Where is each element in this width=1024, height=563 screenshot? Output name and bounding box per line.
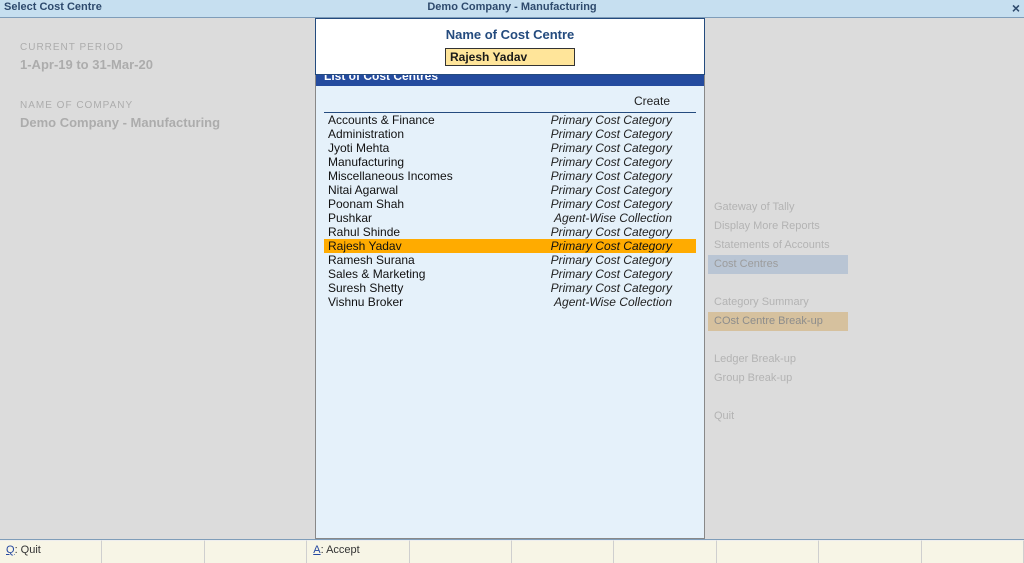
bottom-button bbox=[819, 540, 921, 563]
list-item-category: Primary Cost Category bbox=[551, 155, 672, 169]
list-item-category: Primary Cost Category bbox=[551, 253, 672, 267]
bottom-button[interactable]: A: Accept bbox=[307, 540, 409, 563]
list-item-category: Primary Cost Category bbox=[551, 225, 672, 239]
list-item-category: Primary Cost Category bbox=[551, 127, 672, 141]
bottom-button bbox=[512, 540, 614, 563]
bottom-button bbox=[102, 540, 204, 563]
list-item[interactable]: Suresh Shetty Primary Cost Category bbox=[324, 281, 696, 295]
cost-centre-popup: Name of Cost Centre bbox=[315, 18, 705, 75]
list-item[interactable]: Accounts & Finance Primary Cost Category bbox=[324, 113, 696, 127]
list-item-category: Primary Cost Category bbox=[551, 267, 672, 281]
list-item-name: Administration bbox=[328, 127, 404, 141]
list-item[interactable]: Sales & Marketing Primary Cost Category bbox=[324, 267, 696, 281]
bottom-button bbox=[717, 540, 819, 563]
list-item[interactable]: Jyoti Mehta Primary Cost Category bbox=[324, 141, 696, 155]
button-key: Q bbox=[6, 544, 15, 556]
list-item-name: Nitai Agarwal bbox=[328, 183, 398, 197]
bottom-button bbox=[410, 540, 512, 563]
list-item[interactable]: Nitai Agarwal Primary Cost Category bbox=[324, 183, 696, 197]
bottom-button[interactable]: Q: Quit bbox=[0, 540, 102, 563]
list-item[interactable]: Miscellaneous Incomes Primary Cost Catego… bbox=[324, 169, 696, 183]
cost-centre-name-input[interactable] bbox=[445, 48, 575, 66]
list-item[interactable]: Poonam Shah Primary Cost Category bbox=[324, 197, 696, 211]
list-item-category: Primary Cost Category bbox=[551, 239, 672, 253]
window-title-center: Demo Company - Manufacturing bbox=[427, 1, 596, 13]
bottom-button bbox=[922, 540, 1024, 563]
cost-centre-list-pane: List of Cost Centres Create Accounts & F… bbox=[315, 66, 705, 539]
list-item-name: Manufacturing bbox=[328, 155, 404, 169]
list-item[interactable]: Ramesh Surana Primary Cost Category bbox=[324, 253, 696, 267]
list-item[interactable]: Pushkar Agent-Wise Collection bbox=[324, 211, 696, 225]
button-key: A bbox=[313, 544, 320, 556]
list-item-name: Jyoti Mehta bbox=[328, 141, 389, 155]
title-bar: Select Cost Centre Demo Company - Manufa… bbox=[0, 0, 1024, 18]
close-icon[interactable]: × bbox=[1012, 0, 1020, 16]
list-item-name: Suresh Shetty bbox=[328, 281, 403, 295]
window-title-left: Select Cost Centre bbox=[4, 1, 102, 13]
list-item-category: Agent-Wise Collection bbox=[554, 295, 672, 309]
list-item[interactable]: Rajesh Yadav Primary Cost Category bbox=[324, 239, 696, 253]
list-item[interactable]: Administration Primary Cost Category bbox=[324, 127, 696, 141]
list-item-name: Sales & Marketing bbox=[328, 267, 425, 281]
list-item-name: Rahul Shinde bbox=[328, 225, 400, 239]
list-item-name: Accounts & Finance bbox=[328, 113, 435, 127]
bottom-button bbox=[614, 540, 716, 563]
list-rows: Accounts & FinancePrimary Cost CategoryA… bbox=[324, 112, 696, 309]
list-item[interactable]: Manufacturing Primary Cost Category bbox=[324, 155, 696, 169]
list-item-category: Agent-Wise Collection bbox=[554, 211, 672, 225]
list-item-name: Poonam Shah bbox=[328, 197, 404, 211]
bottom-button-bar: Q: Quit A: Accept bbox=[0, 539, 1024, 563]
list-item-category: Primary Cost Category bbox=[551, 169, 672, 183]
bottom-button bbox=[205, 540, 307, 563]
create-link[interactable]: Create bbox=[316, 86, 704, 112]
list-item[interactable]: Rahul Shinde Primary Cost Category bbox=[324, 225, 696, 239]
popup-title: Name of Cost Centre bbox=[316, 19, 704, 48]
list-item-category: Primary Cost Category bbox=[551, 197, 672, 211]
list-item-category: Primary Cost Category bbox=[551, 183, 672, 197]
list-item-name: Pushkar bbox=[328, 211, 372, 225]
button-label: : Quit bbox=[15, 544, 41, 556]
list-item-name: Ramesh Surana bbox=[328, 253, 415, 267]
list-item-category: Primary Cost Category bbox=[551, 113, 672, 127]
list-item-name: Rajesh Yadav bbox=[328, 239, 402, 253]
popup-input-wrap bbox=[316, 48, 704, 74]
list-item-name: Vishnu Broker bbox=[328, 295, 403, 309]
button-label: : Accept bbox=[321, 544, 360, 556]
list-item[interactable]: Vishnu Broker Agent-Wise Collection bbox=[324, 295, 696, 309]
list-item-name: Miscellaneous Incomes bbox=[328, 169, 453, 183]
list-item-category: Primary Cost Category bbox=[551, 281, 672, 295]
list-item-category: Primary Cost Category bbox=[551, 141, 672, 155]
